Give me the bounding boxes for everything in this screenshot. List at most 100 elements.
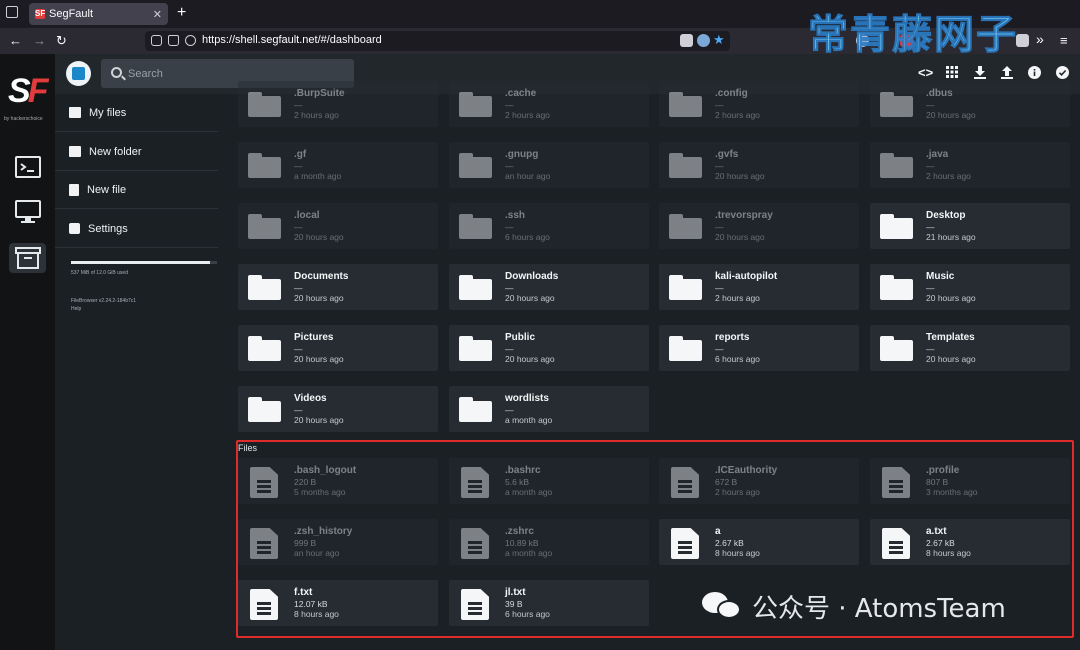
folder-item[interactable]: wordlists — a month ago [449, 386, 649, 432]
disk-usage-bar [71, 261, 217, 264]
folder-item[interactable]: Music —20 hours ago [870, 264, 1070, 310]
help-link[interactable]: Help [71, 305, 136, 313]
folder-item[interactable]: .cache —2 hours ago [449, 81, 649, 127]
folder-icon [248, 153, 281, 178]
folder-item[interactable]: Templates —20 hours ago [870, 325, 1070, 371]
file-listing: jl.txt 39 B6 hours ago f.txt 12.07 kB 8 hour… [232, 81, 1080, 650]
item-size: — [505, 100, 514, 110]
folder-item[interactable]: kali-autopilot —2 hours ago [659, 264, 859, 310]
item-size: — [294, 405, 303, 415]
item-modified-time: 20 hours ago [294, 232, 344, 242]
desktop-button[interactable] [9, 197, 46, 227]
item-name: reports [715, 332, 750, 343]
item-size: 39 B [505, 599, 523, 609]
folder-item[interactable]: Desktop —21 hours ago [870, 203, 1070, 249]
folder-item[interactable]: .gvfs —20 hours ago [659, 142, 859, 188]
sidebar-item-new-folder[interactable]: New folder [55, 133, 218, 171]
item-size: — [715, 344, 724, 354]
bookmark-star-icon[interactable]: ★ [713, 32, 725, 48]
sidebar-item-new-file[interactable]: New file [55, 171, 218, 209]
item-size: — [294, 161, 303, 171]
file-item[interactable]: .bash_logout 220 B5 months ago [238, 458, 438, 504]
shield-icon[interactable] [151, 35, 162, 46]
file-icon [461, 528, 489, 559]
folder-item[interactable]: .ssh —6 hours ago [449, 203, 649, 249]
back-icon[interactable]: ← [9, 33, 22, 48]
folder-item[interactable]: Pictures —20 hours ago [238, 325, 438, 371]
folder-icon [880, 336, 913, 361]
folder-item[interactable]: .trevorspray —20 hours ago [659, 203, 859, 249]
item-name: wordlists [505, 393, 549, 404]
file-item[interactable]: f.txt 12.07 kB 8 hours ago [238, 580, 438, 626]
sidebar-item-settings[interactable]: Settings [55, 210, 218, 248]
item-modified-time: 20 hours ago [926, 354, 976, 364]
folder-item[interactable]: Public —20 hours ago [449, 325, 649, 371]
item-modified-time: 6 hours ago [715, 354, 760, 364]
search-icon [111, 67, 122, 78]
file-item[interactable]: .zshrc 10.89 kB a month ago [449, 519, 649, 565]
file-item[interactable]: .profile 807 B3 months ago [870, 458, 1070, 504]
folder-icon [669, 275, 702, 300]
item-modified-time: an hour ago [505, 171, 551, 181]
filebrowser-logo[interactable] [66, 61, 91, 86]
file-item[interactable]: .ICEauthority 672 B2 hours ago [659, 458, 859, 504]
info-icon[interactable] [1027, 66, 1041, 80]
lock-icon[interactable] [168, 35, 179, 46]
folder-item[interactable]: .BurpSuite —2 hours ago [238, 81, 438, 127]
file-item[interactable]: jl.txt 39 B6 hours ago [449, 580, 649, 626]
logo-f: F [27, 72, 49, 110]
folder-item[interactable]: .gnupg — an hour ago [449, 142, 649, 188]
folder-item[interactable]: Downloads —20 hours ago [449, 264, 649, 310]
item-modified-time: 20 hours ago [926, 110, 976, 120]
item-name: f.txt [294, 587, 313, 598]
folder-icon [880, 92, 913, 117]
item-name: .trevorspray [715, 210, 773, 221]
item-modified-time: 21 hours ago [926, 232, 976, 242]
translate-icon[interactable] [680, 34, 693, 47]
item-size: 220 B [294, 477, 317, 487]
file-icon [461, 589, 489, 620]
item-size: — [715, 222, 724, 232]
file-item[interactable]: .bashrc 5.6 kB a month ago [449, 458, 649, 504]
folder-item[interactable]: .java —2 hours ago [870, 142, 1070, 188]
folder-item[interactable]: .config —2 hours ago [659, 81, 859, 127]
grid-view-icon[interactable] [945, 66, 959, 80]
version-info: FileBrowser v2.24.2-184b7c1 Help [71, 297, 136, 313]
permissions-icon[interactable] [185, 35, 196, 46]
segfault-favicon-icon: SF [35, 9, 46, 19]
upload-icon[interactable] [1000, 66, 1014, 80]
url-bar[interactable]: https://shell.segfault.net/#/dashboard [145, 31, 730, 51]
sidebar-item-my-files[interactable]: My files [55, 94, 218, 132]
browser-tab[interactable]: SF SegFault ✕ [29, 3, 168, 25]
terminal-button[interactable] [9, 152, 46, 182]
tab-list-icon[interactable] [6, 6, 18, 18]
folder-item[interactable]: .gf — a month ago [238, 142, 438, 188]
reload-icon[interactable]: ↻ [56, 33, 67, 49]
folder-item[interactable]: Videos —20 hours ago [238, 386, 438, 432]
code-view-icon[interactable]: <> [918, 66, 933, 80]
hamburger-menu-icon[interactable]: ≡ [1060, 33, 1068, 48]
item-name: .zshrc [505, 526, 534, 537]
folder-item[interactable]: .dbus —20 hours ago [870, 81, 1070, 127]
close-tab-icon[interactable]: ✕ [153, 8, 162, 21]
item-name: .java [926, 149, 949, 160]
item-name: Pictures [294, 332, 334, 343]
browser-chrome: SF SegFault ✕ + ← → ↻ https://shell.segf… [0, 0, 1080, 59]
item-size: 2.67 kB [715, 538, 744, 548]
extension-icon[interactable] [697, 34, 710, 47]
folder-item[interactable]: reports —6 hours ago [659, 325, 859, 371]
file-item[interactable]: a 2.67 kB 8 hours ago [659, 519, 859, 565]
new-tab-button[interactable]: + [177, 4, 186, 22]
forward-icon[interactable]: → [33, 33, 46, 48]
folder-item[interactable]: .local —20 hours ago [238, 203, 438, 249]
select-check-icon[interactable] [1055, 66, 1069, 80]
folder-item[interactable]: Documents —20 hours ago [238, 264, 438, 310]
item-modified-time: 2 hours ago [715, 293, 760, 303]
folder-icon [459, 92, 492, 117]
overflow-chevron-icon[interactable]: » [1036, 31, 1044, 47]
file-item[interactable]: .zsh_history 999 Ban hour ago [238, 519, 438, 565]
file-item[interactable]: a.txt 2.67 kB 8 hours ago [870, 519, 1070, 565]
url-text[interactable]: https://shell.segfault.net/#/dashboard [202, 34, 382, 46]
filebrowser-button[interactable] [9, 243, 46, 273]
download-icon[interactable] [973, 66, 987, 80]
